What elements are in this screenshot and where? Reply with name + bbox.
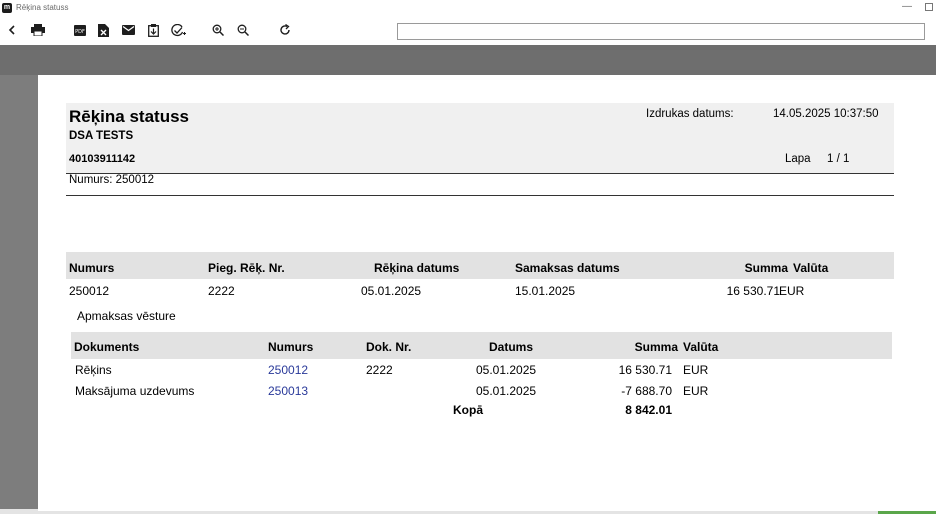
zoom-in-icon[interactable] bbox=[211, 22, 225, 38]
invoice-number-cell: 250012 bbox=[69, 284, 110, 298]
total-value: 8 842.01 bbox=[625, 403, 672, 417]
ph-date-cell: 05.01.2025 bbox=[476, 384, 537, 398]
refresh-icon[interactable] bbox=[278, 22, 292, 38]
col-header-ph-currency: Valūta bbox=[683, 340, 719, 354]
ph-currency-cell: EUR bbox=[683, 384, 709, 398]
ph-date-cell: 05.01.2025 bbox=[476, 363, 537, 377]
back-icon[interactable] bbox=[6, 22, 18, 38]
ph-document-cell: Rēķins bbox=[75, 363, 112, 377]
invoice-date-cell: 05.01.2025 bbox=[361, 284, 422, 298]
report-page: Rēķina statuss DSA TESTS 40103911142 Izd… bbox=[38, 75, 936, 511]
ph-amount-cell: -7 688.70 bbox=[621, 384, 672, 398]
page-label: Lapa bbox=[785, 153, 811, 165]
col-header-document: Dokuments bbox=[74, 340, 140, 354]
toolbar: PDF bbox=[0, 17, 936, 45]
clipboard-icon[interactable] bbox=[146, 22, 160, 38]
print-date-value: 14.05.2025 10:37:50 bbox=[773, 108, 879, 120]
window-title: Rēķina statuss bbox=[16, 3, 69, 12]
col-header-supplier-invoice: Pieg. Rēķ. Nr. bbox=[208, 261, 285, 275]
pdf-icon[interactable]: PDF bbox=[73, 22, 87, 38]
ph-document-cell: Maksājuma uzdevums bbox=[75, 384, 195, 398]
report-title: Rēķina statuss bbox=[69, 107, 189, 126]
address-input[interactable] bbox=[397, 23, 925, 40]
ph-number-link[interactable]: 250012 bbox=[268, 363, 308, 377]
registration-number: 40103911142 bbox=[69, 153, 136, 165]
print-date-label: Izdrukas datums: bbox=[646, 108, 734, 120]
print-icon[interactable] bbox=[30, 22, 46, 38]
zoom-out-icon[interactable] bbox=[236, 22, 250, 38]
excel-icon[interactable] bbox=[96, 22, 110, 38]
minimize-button[interactable]: — bbox=[902, 1, 912, 12]
svg-text:PDF: PDF bbox=[75, 29, 85, 35]
due-date-cell: 15.01.2025 bbox=[515, 284, 576, 298]
maximize-button[interactable] bbox=[925, 3, 933, 11]
payment-history-header bbox=[71, 332, 892, 359]
header-divider bbox=[66, 173, 894, 174]
ph-number-link[interactable]: 250013 bbox=[268, 384, 308, 398]
col-header-number: Numurs bbox=[69, 261, 115, 275]
col-header-ph-number: Numurs bbox=[268, 340, 314, 354]
col-header-due-date: Samaksas datums bbox=[515, 261, 620, 275]
col-header-ph-amount: Summa bbox=[634, 340, 678, 354]
ph-doc-no-cell: 2222 bbox=[366, 363, 393, 377]
page-value: 1 / 1 bbox=[827, 153, 850, 165]
col-header-doc-no: Dok. Nr. bbox=[366, 340, 412, 354]
payment-history-title: Apmaksas vēsture bbox=[77, 309, 176, 323]
mail-icon[interactable] bbox=[121, 22, 135, 38]
supplier-invoice-cell: 2222 bbox=[208, 284, 235, 298]
report-header-band bbox=[66, 103, 894, 173]
currency-cell: EUR bbox=[779, 284, 805, 298]
col-header-date: Datums bbox=[489, 340, 534, 354]
ph-amount-cell: 16 530.71 bbox=[618, 363, 672, 377]
app-icon: m bbox=[2, 3, 12, 13]
invoice-number-line: Numurs: 250012 bbox=[69, 174, 155, 186]
company-name: DSA TESTS bbox=[69, 130, 134, 142]
total-label: Kopā bbox=[453, 403, 483, 417]
header-divider-bottom bbox=[66, 195, 894, 196]
col-header-invoice-date: Rēķina datums bbox=[374, 261, 460, 275]
col-header-currency: Valūta bbox=[793, 261, 829, 275]
approve-icon[interactable] bbox=[170, 22, 186, 38]
amount-cell: 16 530.71 bbox=[726, 284, 780, 298]
viewer-top-band bbox=[0, 45, 936, 75]
ph-currency-cell: EUR bbox=[683, 363, 709, 377]
col-header-amount: Summa bbox=[744, 261, 788, 275]
window-titlebar: m Rēķina statuss — bbox=[0, 0, 936, 17]
